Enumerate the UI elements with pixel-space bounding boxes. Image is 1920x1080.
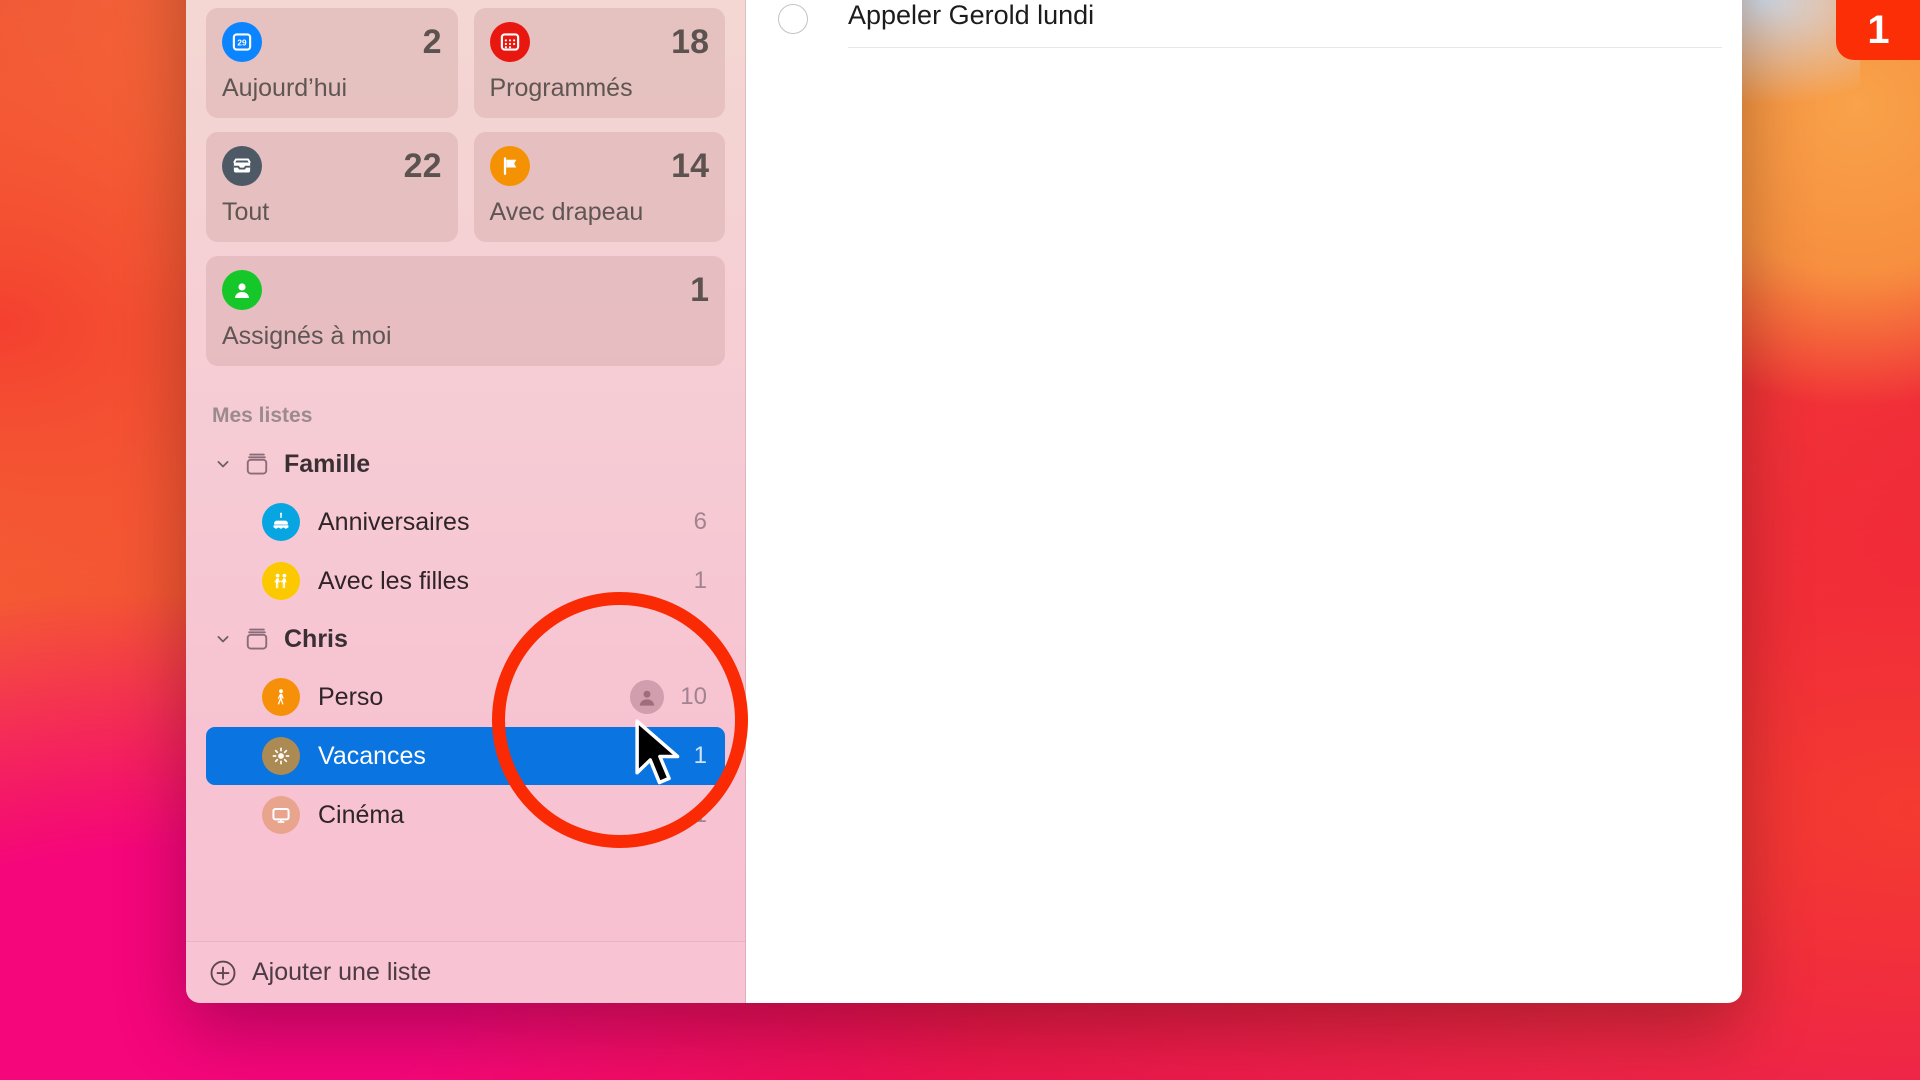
list-row-cin-ma[interactable]: Cinéma 1 bbox=[206, 786, 725, 844]
main-content: Appeler Gerold lundi bbox=[746, 0, 1742, 1003]
list-row-anniversaires[interactable]: Anniversaires 6 bbox=[206, 493, 725, 551]
smart-card-programm-s[interactable]: 18 Programmés bbox=[473, 8, 725, 118]
smart-card-top: 29 2 bbox=[222, 22, 442, 62]
smart-card-top: 18 bbox=[489, 22, 709, 62]
tv-monitor-icon bbox=[262, 796, 300, 834]
reminders-window: 29 2 Aujourd’hui 18 Programmés 22 Tout 1… bbox=[186, 0, 1742, 1003]
smart-card-label: Avec drapeau bbox=[489, 198, 644, 226]
smart-card-count: 1 bbox=[690, 271, 709, 309]
smart-card-top: 14 bbox=[489, 146, 709, 186]
list-name: Avec les filles bbox=[318, 566, 469, 595]
calendar-today-icon: 29 bbox=[222, 22, 262, 62]
sidebar: 29 2 Aujourd’hui 18 Programmés 22 Tout 1… bbox=[186, 0, 746, 1003]
inbox-tray-icon bbox=[222, 146, 262, 186]
list-name: Perso bbox=[318, 682, 384, 711]
smart-card-avec-drapeau[interactable]: 14 Avec drapeau bbox=[473, 132, 725, 242]
list-count: 1 bbox=[693, 742, 707, 769]
folder-group-icon bbox=[236, 624, 278, 654]
list-count: 6 bbox=[693, 508, 707, 535]
smart-card-top: 1 bbox=[222, 270, 709, 310]
svg-text:29: 29 bbox=[237, 39, 247, 48]
walking-person-icon bbox=[262, 678, 300, 716]
two-people-icon bbox=[262, 562, 300, 600]
task-body: Appeler Gerold lundi bbox=[848, 0, 1722, 48]
smart-card-count: 14 bbox=[671, 147, 709, 185]
list-name: Cinéma bbox=[318, 800, 405, 829]
task-list: Appeler Gerold lundi bbox=[746, 0, 1742, 48]
list-name: Anniversaires bbox=[318, 507, 470, 536]
list-count: 1 bbox=[693, 567, 707, 594]
smart-card-label: Programmés bbox=[489, 74, 633, 102]
notification-badge[interactable]: 1 bbox=[1836, 0, 1920, 60]
group-name: Chris bbox=[284, 624, 348, 653]
chevron-down-icon[interactable] bbox=[210, 454, 236, 474]
smart-card-count: 2 bbox=[422, 23, 442, 61]
person-assigned-icon bbox=[222, 270, 262, 310]
task-title: Appeler Gerold lundi bbox=[848, 0, 1095, 30]
smart-card-assign-s-moi[interactable]: 1 Assignés à moi bbox=[206, 256, 725, 366]
list-row-avec-les-filles[interactable]: Avec les filles 1 bbox=[206, 552, 725, 610]
add-list-button[interactable]: Ajouter une liste bbox=[186, 941, 745, 1003]
smart-card-label: Tout bbox=[222, 198, 270, 226]
chevron-down-icon[interactable] bbox=[210, 629, 236, 649]
shared-avatar-icon bbox=[630, 680, 665, 714]
smart-card-label: Aujourd’hui bbox=[222, 74, 348, 102]
smart-card-top: 22 bbox=[222, 146, 442, 186]
group-name: Famille bbox=[284, 449, 371, 478]
add-list-label: Ajouter une liste bbox=[252, 958, 432, 986]
sun-icon bbox=[262, 737, 300, 775]
plus-circle-icon bbox=[208, 958, 238, 988]
group-row-chris[interactable]: Chris bbox=[206, 611, 725, 667]
smart-card-tout[interactable]: 22 Tout bbox=[206, 132, 458, 242]
smart-card-aujourd-hui[interactable]: 29 2 Aujourd’hui bbox=[206, 8, 458, 118]
group-row-famille[interactable]: Famille bbox=[206, 436, 725, 492]
smart-card-count: 18 bbox=[671, 23, 709, 61]
mouse-cursor bbox=[632, 718, 686, 793]
cake-icon bbox=[262, 503, 300, 541]
list-group: Famille Anniversaires 6 Avec les filles … bbox=[206, 436, 725, 610]
folder-group-icon bbox=[236, 449, 278, 479]
my-lists-section-title: Mes listes bbox=[212, 404, 313, 427]
task-checkbox[interactable] bbox=[778, 4, 808, 34]
flag-icon bbox=[489, 146, 530, 186]
list-count: 10 bbox=[680, 683, 707, 710]
smart-lists-grid: 29 2 Aujourd’hui 18 Programmés 22 Tout 1… bbox=[206, 0, 725, 366]
calendar-scheduled-icon bbox=[489, 22, 530, 62]
list-count: 1 bbox=[693, 801, 707, 828]
sidebar-scroll-area[interactable]: 29 2 Aujourd’hui 18 Programmés 22 Tout 1… bbox=[186, 0, 745, 941]
task-row[interactable]: Appeler Gerold lundi bbox=[746, 0, 1742, 48]
smart-card-count: 22 bbox=[403, 147, 442, 185]
smart-card-label: Assignés à moi bbox=[222, 322, 392, 350]
